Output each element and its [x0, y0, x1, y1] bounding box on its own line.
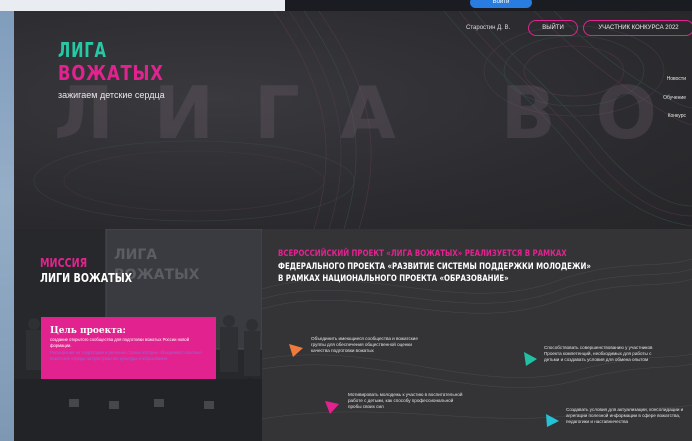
- mission-title-line2: ЛИГИ ВОЖАТЫХ: [40, 271, 133, 285]
- nav-item-contest[interactable]: Конкурс: [668, 113, 686, 119]
- nav-item-learning[interactable]: Обучение: [663, 95, 686, 101]
- logo-line2[interactable]: ВОЖАТЫХ: [58, 61, 164, 85]
- project-heading-line3: В РАМКАХ НАЦИОНАЛЬНОГО ПРОЕКТА «ОБРАЗОВА…: [278, 274, 509, 284]
- pink-triangle-icon: [325, 401, 339, 414]
- goal-text-faded: Расширение на территории и регионах стра…: [50, 350, 202, 361]
- teal-triangle-icon: [524, 352, 537, 366]
- goal-item-2: Способствовать совершенствованию у участ…: [544, 345, 653, 362]
- nav-item-news[interactable]: Новости: [667, 76, 686, 82]
- project-section: ВСЕРОССИЙСКИЙ ПРОЕКТ «ЛИГА ВОЖАТЫХ» РЕАЛ…: [262, 229, 692, 441]
- goal-card: Цель проекта: создание открытого сообщес…: [41, 317, 216, 379]
- logo-line1[interactable]: ЛИГА: [58, 38, 107, 62]
- site-window: ЛИГА ВОЖАТЫХ ЛИГА ВОЖАТЫХ зажигаем детск…: [14, 11, 692, 441]
- goal-title: Цель проекта:: [50, 326, 126, 336]
- mission-section: ЛИГА ВОЖАТЫХ МИССИЯ ЛИГИ ВОЖАТЫХ Цель пр…: [14, 229, 262, 441]
- mission-title-line1: МИССИЯ: [40, 256, 88, 270]
- user-name: Старостин Д. В.: [466, 25, 511, 31]
- project-heading-line2: ФЕДЕРАЛЬНОГО ПРОЕКТА «РАЗВИТИЕ СИСТЕМЫ П…: [278, 262, 591, 272]
- orange-triangle-icon: [289, 344, 303, 357]
- goal-text: создание открытого сообщества для подгот…: [50, 337, 190, 348]
- background-login-button[interactable]: Войти: [470, 0, 532, 8]
- project-heading-pink: ВСЕРОССИЙСКИЙ ПРОЕКТ «ЛИГА ВОЖАТЫХ» РЕАЛ…: [278, 249, 567, 259]
- background-page-strip: Войти: [0, 0, 692, 11]
- participant-button[interactable]: УЧАСТНИК КОНКУРСА 2022: [583, 20, 692, 36]
- cyan-triangle-icon: [546, 414, 559, 427]
- hero-section: ЛИГА ВОЖАТЫХ ЛИГА ВОЖАТЫХ зажигаем детск…: [14, 11, 692, 229]
- svg-text:ЛИГА: ЛИГА: [114, 247, 157, 263]
- exit-button[interactable]: ВЫЙТИ: [528, 20, 578, 36]
- goal-item-1: Объединить имеющиеся сообщества и вожатс…: [311, 336, 418, 353]
- tagline: зажигаем детские сердца: [58, 90, 165, 100]
- browser-viewport: Войти ЛИГА ВО ЛИГА ВОЖАТЫХ зажигаем детс…: [0, 0, 692, 441]
- goal-item-3: Мотивировать молодежь к участию в воспит…: [348, 392, 463, 409]
- goal-item-4: Создавать условия для актуализации, конс…: [566, 407, 684, 424]
